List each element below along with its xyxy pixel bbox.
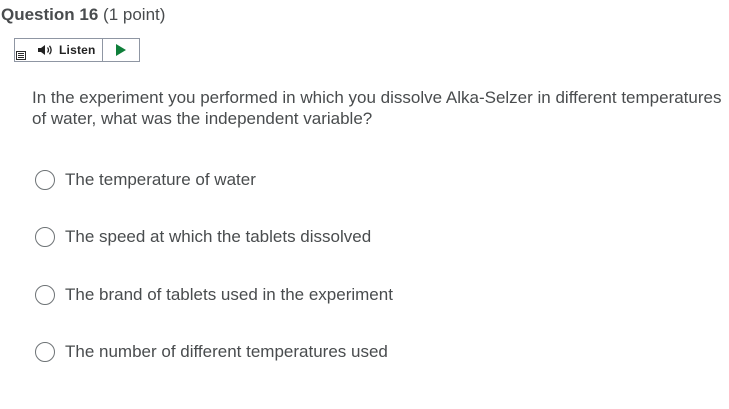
answer-option-label: The brand of tablets used in the experim… [65, 285, 393, 304]
answer-option[interactable]: The number of different temperatures use… [35, 340, 388, 364]
listen-button[interactable]: Listen [33, 39, 103, 61]
answer-option[interactable]: The temperature of water [35, 168, 256, 192]
play-icon [115, 44, 126, 56]
answer-option[interactable]: The speed at which the tablets dissolved [35, 225, 371, 249]
radio-button[interactable] [35, 170, 55, 190]
answer-option-label: The temperature of water [65, 170, 256, 189]
menu-icon [16, 51, 26, 60]
answer-option-label: The number of different temperatures use… [65, 342, 388, 361]
question-title: Question 16 [1, 5, 99, 24]
play-button[interactable] [103, 39, 139, 61]
speaker-icon [38, 45, 52, 55]
listen-label: Listen [59, 43, 96, 57]
answer-option-label: The speed at which the tablets dissolved [65, 227, 372, 246]
listen-toolbar: Listen [14, 38, 140, 62]
radio-button[interactable] [35, 285, 55, 305]
question-header: Question 16 (1 point) [1, 4, 165, 26]
listen-menu-button[interactable] [15, 39, 33, 61]
answer-option[interactable]: The brand of tablets used in the experim… [35, 283, 393, 307]
question-text: In the experiment you performed in which… [32, 88, 722, 128]
radio-button[interactable] [35, 342, 55, 362]
question-points: (1 point) [103, 5, 166, 24]
radio-button[interactable] [35, 227, 55, 247]
